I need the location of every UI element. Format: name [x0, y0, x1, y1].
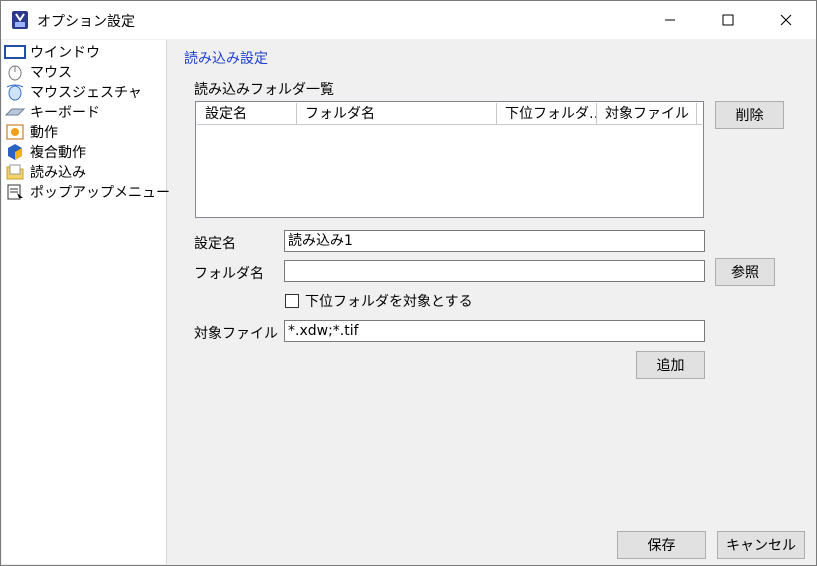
column-header-setting-name[interactable]: 設定名 [197, 103, 297, 125]
sidebar-item-mouse-gesture[interactable]: マウスジェスチャ [4, 82, 142, 102]
sidebar-item-compound-action[interactable]: 複合動作 [4, 142, 86, 162]
add-button[interactable]: 追加 [636, 351, 705, 379]
sidebar-item-keyboard[interactable]: キーボード [4, 102, 100, 122]
cancel-button[interactable]: キャンセル [717, 531, 805, 559]
mouse-gesture-icon [4, 83, 26, 101]
maximize-button[interactable] [705, 1, 751, 39]
sidebar-item-label: マウス [30, 65, 72, 81]
keyboard-icon [4, 103, 26, 121]
delete-button[interactable]: 削除 [715, 101, 784, 129]
compound-action-icon [4, 143, 26, 161]
close-icon [780, 14, 792, 26]
sidebar-item-label: ポップアップメニュー [30, 185, 170, 201]
sidebar-item-mouse[interactable]: マウス [4, 62, 72, 82]
sidebar-item-label: 複合動作 [30, 145, 86, 161]
section-title: 読み込み設定 [184, 51, 268, 67]
sidebar-item-label: 動作 [30, 125, 58, 141]
sidebar-item-label: ウインドウ [30, 45, 100, 61]
folder-load-icon [4, 163, 26, 181]
save-button[interactable]: 保存 [617, 531, 706, 559]
subfolder-checkbox-label: 下位フォルダを対象とする [305, 294, 473, 310]
sidebar-item-label: 読み込み [30, 165, 86, 181]
options-dialog: オプション設定 ウインドウ マウス マウスジェスチャ キーボード 動作 複合動作… [0, 0, 817, 566]
maximize-icon [722, 14, 734, 26]
subfolder-checkbox-row[interactable]: 下位フォルダを対象とする [285, 291, 473, 311]
folder-name-field[interactable] [284, 260, 705, 282]
sidebar-item-label: マウスジェスチャ [30, 85, 142, 101]
action-icon [4, 123, 26, 141]
app-icon [11, 10, 29, 30]
minimize-icon [665, 19, 675, 21]
category-tree[interactable]: ウインドウ マウス マウスジェスチャ キーボード 動作 複合動作 読み込み ポッ… [2, 40, 170, 564]
target-file-label: 対象ファイル [194, 326, 278, 342]
setting-name-field[interactable]: 読み込み1 [284, 230, 705, 252]
subfolder-checkbox[interactable] [285, 294, 299, 308]
window-icon [4, 43, 26, 61]
column-header-folder-name[interactable]: フォルダ名 [297, 103, 497, 125]
mouse-icon [4, 63, 26, 81]
popup-menu-icon [4, 183, 26, 201]
minimize-button[interactable] [647, 1, 693, 39]
folder-list[interactable]: 設定名 フォルダ名 下位フォルダ… 対象ファイル [195, 101, 704, 218]
setting-name-label: 設定名 [194, 236, 236, 252]
sidebar-item-load[interactable]: 読み込み [4, 162, 86, 182]
window-title: オプション設定 [37, 14, 135, 30]
close-button[interactable] [763, 1, 809, 39]
folder-name-label: フォルダ名 [194, 266, 264, 282]
target-file-field[interactable]: *.xdw;*.tif [284, 320, 705, 342]
sidebar-item-window[interactable]: ウインドウ [4, 42, 100, 62]
title-bar[interactable]: オプション設定 [1, 1, 816, 39]
browse-button[interactable]: 参照 [715, 258, 775, 286]
column-header-subfolder[interactable]: 下位フォルダ… [497, 103, 597, 125]
sidebar-item-label: キーボード [30, 105, 100, 121]
sidebar-item-popup-menu[interactable]: ポップアップメニュー [4, 182, 170, 202]
column-header-target-file[interactable]: 対象ファイル [597, 103, 697, 125]
sidebar-item-action[interactable]: 動作 [4, 122, 58, 142]
list-title: 読み込みフォルダ一覧 [194, 82, 334, 98]
list-header: 設定名 フォルダ名 下位フォルダ… 対象ファイル [197, 103, 702, 125]
